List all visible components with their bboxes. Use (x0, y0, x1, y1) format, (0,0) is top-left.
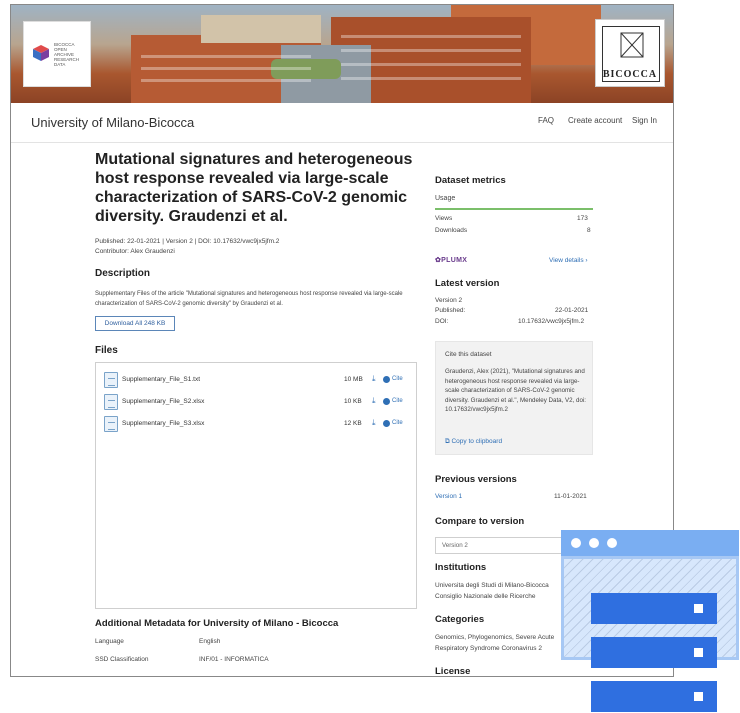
site-name[interactable]: University of Milano-Bicocca (31, 115, 194, 130)
metadata-key: SSD Classification (95, 656, 149, 663)
file-name[interactable]: Supplementary_File_S1.txt (122, 376, 200, 383)
compare-version-heading: Compare to version (435, 516, 525, 527)
server-bar-icon (591, 593, 717, 624)
categories-text[interactable]: Genomics, Phylogenomics, Severe Acute (435, 634, 554, 641)
nav-create-account-link[interactable]: Create account (568, 116, 622, 125)
download-icon[interactable]: ⤓ (372, 418, 376, 428)
description-text: Supplementary Files of the article "Muta… (95, 291, 403, 307)
published-line: Published: 22-01-2021 | Version 2 | DOI:… (95, 238, 280, 245)
downloads-value: 8 (587, 227, 591, 234)
download-icon[interactable]: ⤓ (372, 374, 376, 384)
dataset-meta: Published: 22-01-2021 | Version 2 | DOI:… (95, 237, 279, 257)
license-heading: License (435, 666, 471, 677)
views-value: 173 (577, 215, 588, 222)
cite-icon[interactable] (383, 420, 390, 427)
cite-this-dataset-box: Cite this dataset Graudenzi, Alex (2021)… (435, 341, 593, 455)
download-icon[interactable]: ⤓ (372, 396, 376, 406)
nav-faq-link[interactable]: FAQ (538, 116, 554, 125)
banner-roof (201, 15, 321, 43)
citation-text: Graudenzi, Alex (2021), "Mutational sign… (445, 368, 587, 414)
doi-value: 10.17632/vwc9jx5jfm.2 (518, 318, 585, 325)
metadata-value: INF/01 - INFORMATICA (199, 656, 269, 663)
campus-banner: BICOCCA OPEN ARCHIVE RESEARCH DATA BICOC… (11, 5, 673, 103)
server-light-icon (694, 648, 703, 657)
download-all-button[interactable]: Download All 248 KB (95, 316, 175, 331)
window-dot-icon (571, 538, 581, 548)
institution-item[interactable]: Universita degli Studi di Milano-Bicocca (435, 582, 549, 589)
downloads-label: Downloads (435, 227, 468, 234)
window-dot-icon (607, 538, 617, 548)
cite-link[interactable]: Cite (392, 398, 403, 404)
file-name[interactable]: Supplementary_File_S3.xlsx (122, 420, 204, 427)
cite-icon[interactable] (383, 376, 390, 383)
university-seal-logo[interactable]: BICOCCA (595, 19, 665, 87)
latest-version-heading: Latest version (435, 278, 500, 289)
contributor-line: Contributor: Alex Graudenzi (95, 248, 175, 255)
banner-window-row (341, 63, 521, 66)
views-label: Views (435, 215, 453, 222)
dataset-metrics-heading: Dataset metrics (435, 175, 506, 186)
spreadsheet-file-icon (104, 394, 118, 410)
institution-item[interactable]: Consiglio Nazionale delle Ricerche (435, 593, 535, 600)
cite-box-heading: Cite this dataset (445, 351, 492, 358)
server-light-icon (694, 604, 703, 613)
cite-link[interactable]: Cite (392, 376, 403, 382)
view-details-link[interactable]: View details › (549, 257, 588, 264)
file-size: 12 KB (344, 420, 362, 427)
file-name[interactable]: Supplementary_File_S2.xlsx (122, 398, 204, 405)
file-size: 10 MB (344, 376, 363, 383)
nav-sign-in-link[interactable]: Sign In (632, 116, 657, 125)
plumx-logo[interactable]: ✿PLUMX (435, 256, 467, 264)
cite-icon[interactable] (383, 398, 390, 405)
illustration-window-titlebar (561, 530, 739, 556)
copy-to-clipboard-label: Copy to clipboard (451, 438, 503, 445)
published-label: Published: (435, 307, 466, 314)
additional-metadata-heading: Additional Metadata for University of Mi… (95, 618, 339, 629)
dataset-title: Mutational signatures and heterogeneous … (95, 151, 413, 225)
cube-logo-icon (33, 45, 49, 61)
metadata-key: Language (95, 638, 124, 645)
metadata-value: English (199, 638, 221, 645)
doi-label: DOI: (435, 318, 449, 325)
usage-tab-indicator (435, 208, 593, 210)
file-row[interactable]: Supplementary_File_S2.xlsx 10 KB ⤓ Cite (104, 394, 410, 412)
previous-version-date: 11-01-2021 (554, 493, 587, 500)
banner-window-row (341, 77, 521, 80)
spreadsheet-file-icon (104, 416, 118, 432)
banner-window-row (141, 55, 311, 58)
institutions-heading: Institutions (435, 562, 487, 573)
files-heading: Files (95, 345, 118, 356)
description-heading: Description (95, 268, 151, 279)
file-row[interactable]: Supplementary_File_S1.txt 10 MB ⤓ Cite (104, 372, 410, 390)
left-logo-text: BICOCCA OPEN ARCHIVE RESEARCH DATA (54, 42, 80, 67)
copy-to-clipboard-link[interactable]: ⧉ Copy to clipboard (445, 438, 502, 446)
file-icon (104, 372, 118, 388)
file-row[interactable]: Supplementary_File_S3.xlsx 12 KB ⤓ Cite (104, 416, 410, 434)
cite-link[interactable]: Cite (392, 420, 403, 426)
banner-window-row (141, 79, 311, 82)
server-window-illustration (561, 530, 739, 713)
seal-emblem-icon (620, 32, 644, 58)
window-dot-icon (589, 538, 599, 548)
server-bar-icon (591, 637, 717, 668)
latest-version-number: Version 2 (435, 297, 463, 304)
file-size: 10 KB (344, 398, 362, 405)
banner-window-row (141, 67, 311, 70)
copy-icon: ⧉ (445, 438, 450, 445)
categories-text[interactable]: Respiratory Syndrome Coronavirus 2 (435, 645, 542, 652)
bicocca-open-archive-logo[interactable]: BICOCCA OPEN ARCHIVE RESEARCH DATA (23, 21, 91, 87)
files-list: Supplementary_File_S1.txt 10 MB ⤓ Cite S… (95, 362, 417, 609)
site-header: University of Milano-Bicocca FAQ Create … (11, 103, 673, 143)
seal-name: BICOCCA (602, 69, 658, 80)
banner-window-row (341, 49, 521, 52)
plumx-label: PLUMX (441, 257, 468, 264)
server-bar-icon (591, 681, 717, 712)
categories-heading: Categories (435, 614, 485, 625)
previous-versions-heading: Previous versions (435, 474, 517, 485)
banner-window-row (341, 35, 521, 38)
previous-version-link[interactable]: Version 1 (435, 493, 462, 500)
usage-tab[interactable]: Usage (435, 195, 455, 202)
server-light-icon (694, 692, 703, 701)
published-value: 22-01-2021 (555, 307, 589, 314)
